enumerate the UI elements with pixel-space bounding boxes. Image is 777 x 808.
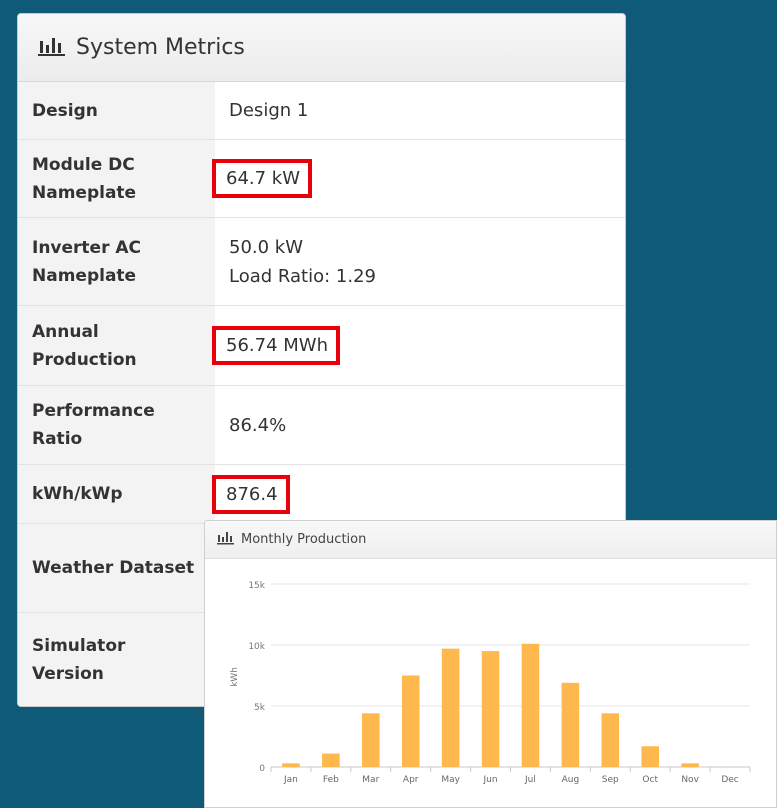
metric-label: Simulator Version <box>18 613 215 706</box>
bar-jul <box>521 643 540 767</box>
metric-value: Design 1 <box>229 100 309 121</box>
x-tick-label: Sep <box>602 775 619 785</box>
x-tick-label: Nov <box>681 775 699 785</box>
metric-value-cell: 64.7 kW <box>212 140 625 217</box>
metric-label: Performance Ratio <box>18 386 215 464</box>
metric-row: Design Design 1 <box>18 82 625 140</box>
bar-aug <box>561 682 580 767</box>
metric-row: Performance Ratio 86.4% <box>18 386 625 465</box>
metric-row: Inverter AC Nameplate 50.0 kW Load Ratio: … <box>18 218 625 306</box>
bar-nov <box>681 763 699 767</box>
metric-label: Inverter AC Nameplate <box>18 218 215 305</box>
y-tick-label: 10k <box>248 642 265 652</box>
metric-value-cell: 50.0 kW Load Ratio: 1.29 <box>215 218 625 305</box>
monthly-production-header: Monthly Production <box>205 521 776 559</box>
x-tick-label: May <box>441 775 460 785</box>
y-axis-label: kWh <box>230 667 240 687</box>
bar-may <box>441 648 460 767</box>
metric-value-cell: 876.4 <box>212 465 625 523</box>
monthly-production-title: Monthly Production <box>241 532 367 547</box>
highlighted-metric-value: 56.74 MWh <box>212 326 340 365</box>
system-metrics-header: System Metrics <box>18 14 625 82</box>
monthly-production-chart: 0 5k 10k 15k kWh Jan Feb Mar Apr May Jun Jul Aug Sep O… <box>230 581 751 785</box>
x-tick-label: Jun <box>483 775 498 785</box>
x-tick-label: Feb <box>323 775 339 785</box>
bar-feb <box>322 753 340 767</box>
metric-value-cell: Design 1 <box>215 82 625 139</box>
x-tick-label: Apr <box>403 775 419 785</box>
metric-row: Module DC Nameplate 64.7 kW <box>18 140 625 218</box>
bar-jun <box>481 651 500 767</box>
x-tick-label: Jul <box>524 775 536 785</box>
metric-row: kWh/kWp 876.4 <box>18 465 625 524</box>
bar-mar <box>362 713 380 767</box>
metric-value: 50.0 kW <box>229 236 304 258</box>
metric-value-cell: 56.74 MWh <box>212 306 625 385</box>
metric-label: kWh/kWp <box>18 465 215 523</box>
metric-label: Design <box>18 82 215 139</box>
metric-row: Annual Production 56.74 MWh <box>18 306 625 386</box>
bar-chart-icon <box>217 530 235 549</box>
metric-value-cell: 86.4% <box>215 386 625 464</box>
y-tick-label: 5k <box>254 703 266 713</box>
highlighted-metric-value: 64.7 kW <box>212 159 313 198</box>
x-tick-label: Mar <box>362 775 379 785</box>
system-metrics-title: System Metrics <box>76 35 245 60</box>
highlighted-metric-value: 876.4 <box>212 474 290 514</box>
metric-value: 86.4% <box>229 414 287 436</box>
metric-label: Module DC Nameplate <box>18 140 215 217</box>
bar-apr <box>401 675 420 767</box>
bar-oct <box>641 746 659 767</box>
bar-chart-icon <box>38 35 66 61</box>
x-tick-label: Aug <box>562 775 580 785</box>
y-tick-label: 15k <box>248 581 265 591</box>
metric-label: Weather Dataset <box>18 524 215 612</box>
y-tick-label: 0 <box>259 764 265 774</box>
x-tick-label: Oct <box>642 775 658 785</box>
x-tick-label: Jan <box>283 775 298 785</box>
bar-jan <box>282 763 300 767</box>
bar-sep <box>601 713 620 767</box>
x-tick-label: Dec <box>721 775 738 785</box>
metric-secondary-value: Load Ratio: 1.29 <box>229 265 376 287</box>
metric-label: Annual Production <box>18 306 215 385</box>
monthly-production-panel: Monthly Production 0 5k 10k 15k kWh Jan Feb Mar… <box>204 520 777 808</box>
